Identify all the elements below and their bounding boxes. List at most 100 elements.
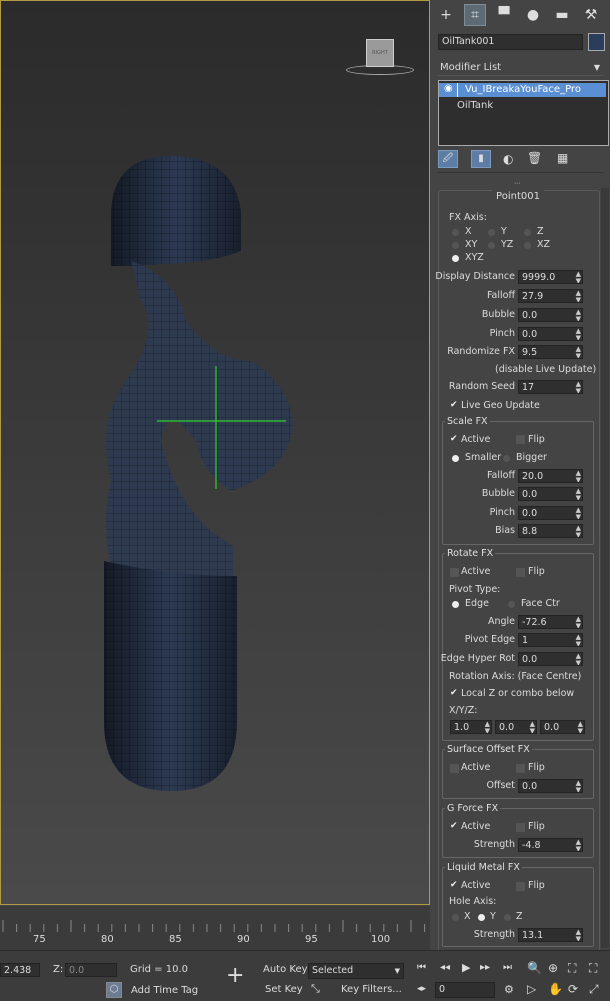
gforce-active-checkbox[interactable]: ✔ xyxy=(450,822,459,831)
scale-active-checkbox[interactable]: ✔ xyxy=(450,435,459,444)
zoom-extents-icon[interactable]: ⛶ xyxy=(568,961,576,976)
add-time-tag[interactable]: Add Time Tag xyxy=(131,985,198,996)
rot-z-spinner[interactable]: 0.0 ▲ ▼ xyxy=(540,720,585,734)
rot-x-spinner[interactable]: 1.0 ▲ ▼ xyxy=(450,720,492,734)
axis-radio-z[interactable] xyxy=(524,229,531,236)
axis-radio-xz[interactable] xyxy=(524,242,531,249)
auto-key-button[interactable]: Auto Key xyxy=(263,964,308,975)
current-frame-field[interactable]: 0 xyxy=(435,982,495,998)
pan-icon[interactable]: ✋ xyxy=(548,982,563,996)
scale-falloff-spinner[interactable]: 20.0 ▲ ▼ xyxy=(518,469,583,483)
spinner-arrows-icon[interactable]: ▲ ▼ xyxy=(576,507,581,519)
spinner-arrows-icon[interactable]: ▲ ▼ xyxy=(576,616,581,628)
display-icon[interactable]: ▬ xyxy=(551,4,573,26)
pin-stack-icon[interactable]: 🖉 xyxy=(438,150,458,168)
pivot-edge-spinner[interactable]: 1 ▲ ▼ xyxy=(518,633,583,647)
orbit-icon[interactable]: ⟳ xyxy=(568,982,578,996)
gforce-flip-checkbox[interactable] xyxy=(516,823,525,832)
zoom-all-icon[interactable]: ⊕ xyxy=(548,961,558,975)
hierarchy-icon[interactable]: ▀ xyxy=(493,4,515,26)
zoom-icon[interactable]: 🔍 xyxy=(527,961,542,975)
spinner-arrows-icon[interactable]: ▲ ▼ xyxy=(576,929,581,941)
x-coord-field[interactable]: 2.438 xyxy=(0,963,40,977)
key-mode-icon[interactable]: ⤡ xyxy=(311,982,320,996)
hole-axis-y-radio[interactable] xyxy=(478,914,485,921)
spinner-arrows-icon[interactable]: ▲ ▼ xyxy=(576,271,581,283)
panel-scrollbar[interactable] xyxy=(601,188,609,948)
show-end-result-icon[interactable]: ▮ xyxy=(471,150,491,168)
spinner-arrows-icon[interactable]: ▲ ▼ xyxy=(576,470,581,482)
scale-flip-checkbox[interactable] xyxy=(516,435,525,444)
spinner-arrows-icon[interactable]: ▲ ▼ xyxy=(576,328,581,340)
axis-radio-x[interactable] xyxy=(452,229,459,236)
edge-hyper-rot-spinner[interactable]: 0.0 ▲ ▼ xyxy=(518,652,583,666)
spinner-arrows-icon[interactable]: ▲ ▼ xyxy=(576,525,581,537)
timeline[interactable]: 75 80 85 90 95 100 xyxy=(0,906,430,950)
viewport[interactable]: RIGHT xyxy=(0,0,430,905)
eye-icon[interactable]: ◉ xyxy=(444,83,453,94)
live-geo-update-checkbox[interactable]: ✔ xyxy=(450,401,459,410)
configure-sets-icon[interactable]: ▦ xyxy=(557,151,568,165)
drag-handle-icon[interactable]: ⋯ xyxy=(514,180,520,187)
time-config-icon[interactable]: ⚙ xyxy=(504,983,514,996)
modify-icon[interactable]: ⌗ xyxy=(464,4,486,26)
spinner-arrows-icon[interactable]: ▲ ▼ xyxy=(576,309,581,321)
spinner-arrows-icon[interactable]: ▲ ▼ xyxy=(576,488,581,500)
modifier-list-dropdown[interactable]: Modifier List ▼ xyxy=(438,60,604,76)
add-key-icon[interactable]: + xyxy=(226,963,244,988)
spinner-arrows-icon[interactable]: ▲ ▼ xyxy=(576,634,581,646)
key-filters-button[interactable]: Key Filters... xyxy=(341,984,402,995)
spinner-arrows-icon[interactable]: ▲ ▼ xyxy=(576,381,581,393)
previous-frame-icon[interactable]: ◂◂ xyxy=(440,962,450,973)
maximize-viewport-icon[interactable]: ⤢ xyxy=(589,982,599,997)
trash-icon[interactable]: 🗑 xyxy=(527,151,542,165)
go-to-end-icon[interactable]: ⏭ xyxy=(503,962,512,973)
timeline-ruler[interactable] xyxy=(0,906,430,950)
set-key-button[interactable]: Set Key xyxy=(265,984,303,995)
smaller-radio[interactable] xyxy=(452,455,459,462)
rot-y-spinner[interactable]: 0.0 ▲ ▼ xyxy=(495,720,537,734)
oil-tank-mesh[interactable] xyxy=(1,1,430,905)
scale-pinch-spinner[interactable]: 0.0 ▲ ▼ xyxy=(518,506,583,520)
spinner-arrows-icon[interactable]: ▲ ▼ xyxy=(578,721,583,733)
random-seed-spinner[interactable]: 17 ▲ ▼ xyxy=(518,380,583,394)
stack-item-oiltank[interactable]: OilTank xyxy=(457,100,493,111)
axis-radio-y[interactable] xyxy=(488,229,495,236)
make-unique-icon[interactable]: ◐ xyxy=(503,152,513,166)
selection-set-dropdown[interactable]: Selected ▼ xyxy=(308,963,404,979)
zoom-extents-all-icon[interactable]: ⛶ xyxy=(589,961,597,976)
spinner-arrows-icon[interactable]: ▲ ▼ xyxy=(576,839,581,851)
hole-axis-z-radio[interactable] xyxy=(504,914,511,921)
bubble-spinner[interactable]: 0.0 ▲ ▼ xyxy=(518,308,583,322)
axis-radio-xy[interactable] xyxy=(452,242,459,249)
spinner-arrows-icon[interactable]: ▲ ▼ xyxy=(576,780,581,792)
gforce-strength-spinner[interactable]: -4.8 ▲ ▼ xyxy=(518,838,583,852)
time-tag-icon[interactable]: ⬡ xyxy=(106,982,122,998)
spinner-arrows-icon[interactable]: ▲ ▼ xyxy=(576,290,581,302)
surface-active-checkbox[interactable] xyxy=(450,764,459,773)
axis-radio-yz[interactable] xyxy=(488,242,495,249)
spinner-arrows-icon[interactable]: ▲ ▼ xyxy=(576,346,581,358)
falloff-spinner[interactable]: 27.9 ▲ ▼ xyxy=(518,289,583,303)
edge-radio[interactable] xyxy=(452,601,459,608)
hole-axis-x-radio[interactable] xyxy=(452,914,459,921)
object-name-field[interactable]: OilTank001 xyxy=(438,34,583,50)
go-to-start-icon[interactable]: ⏮ xyxy=(417,962,426,973)
field-of-view-icon[interactable]: ▷ xyxy=(527,982,536,996)
next-frame-icon[interactable]: ▸▸ xyxy=(480,962,490,973)
object-color-swatch[interactable] xyxy=(588,33,605,51)
play-icon[interactable]: ▶ xyxy=(462,961,470,974)
spinner-arrows-icon[interactable]: ▲ ▼ xyxy=(530,721,535,733)
rotate-flip-checkbox[interactable] xyxy=(516,568,525,577)
create-icon[interactable]: + xyxy=(435,4,457,26)
axis-radio-xyz[interactable] xyxy=(452,255,459,262)
surface-flip-checkbox[interactable] xyxy=(516,764,525,773)
scale-bubble-spinner[interactable]: 0.0 ▲ ▼ xyxy=(518,487,583,501)
rollout-title[interactable]: Point001 xyxy=(492,190,544,204)
rotate-active-checkbox[interactable] xyxy=(450,568,459,577)
spinner-arrows-icon[interactable]: ▲ ▼ xyxy=(576,653,581,665)
key-mode-toggle-icon[interactable]: ◂▸ xyxy=(417,984,426,994)
bigger-radio[interactable] xyxy=(503,455,510,462)
motion-icon[interactable]: ● xyxy=(522,4,544,26)
spinner-arrows-icon[interactable]: ▲ ▼ xyxy=(485,721,490,733)
